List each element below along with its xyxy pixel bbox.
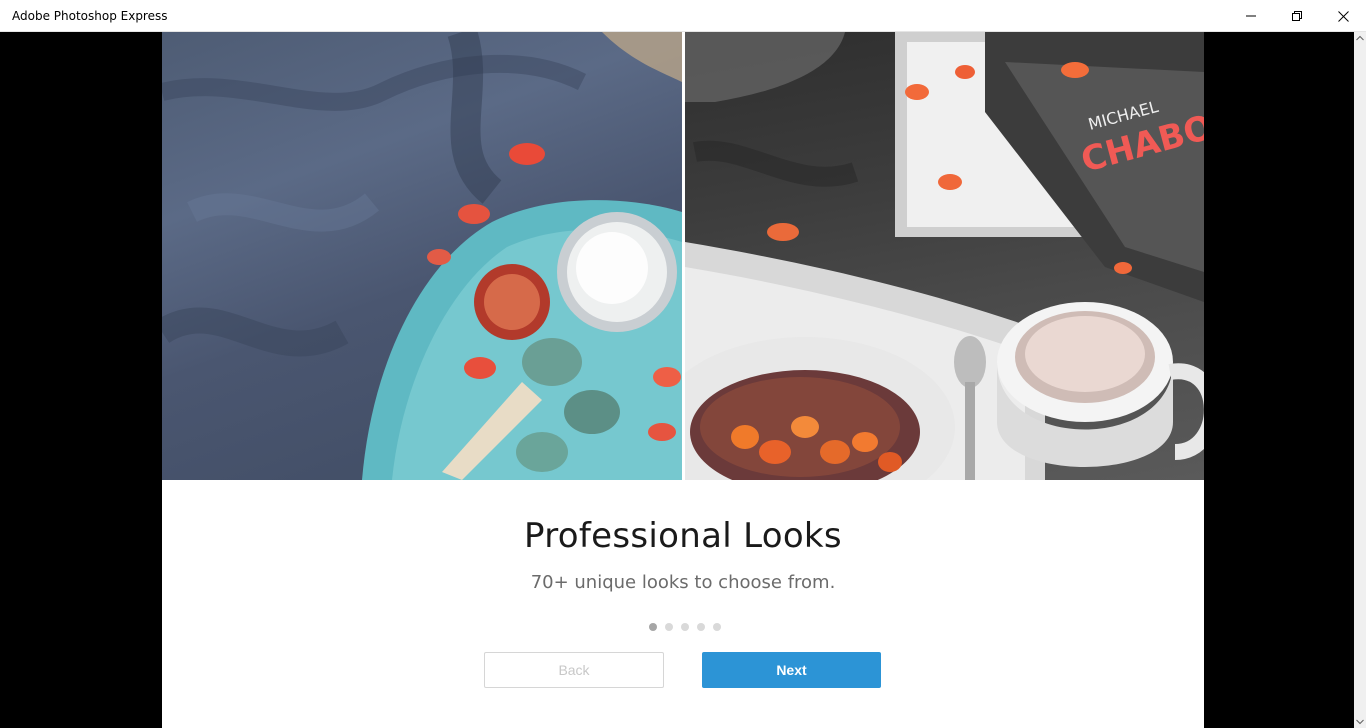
- hero-image: CHABO MICHAEL: [162, 32, 1204, 480]
- vertical-scrollbar[interactable]: [1354, 32, 1366, 728]
- pagination-dot-4[interactable]: [697, 623, 705, 631]
- close-icon: [1337, 10, 1349, 22]
- pagination-dot-1[interactable]: [649, 623, 657, 631]
- restore-button[interactable]: [1274, 0, 1320, 32]
- tray-photo-illustration: [162, 32, 682, 480]
- pagination-dot-2[interactable]: [665, 623, 673, 631]
- minimize-button[interactable]: [1228, 0, 1274, 32]
- back-button[interactable]: Back: [484, 652, 664, 688]
- hero-image-after: CHABO MICHAEL: [685, 32, 1204, 480]
- pagination-dot-5[interactable]: [713, 623, 721, 631]
- close-button[interactable]: [1320, 0, 1366, 32]
- pagination-dot-3[interactable]: [681, 623, 689, 631]
- pagination-dots: [649, 623, 721, 631]
- window-title: Adobe Photoshop Express: [12, 9, 168, 23]
- scroll-down-button[interactable]: [1354, 716, 1366, 728]
- onboarding-panel: CHABO MICHAEL Professional Looks 70+ uni…: [162, 32, 1204, 728]
- onboarding-content: CHABO MICHAEL Professional Looks 70+ uni…: [0, 32, 1354, 728]
- scroll-up-button[interactable]: [1354, 32, 1366, 44]
- book-coffee-photo-illustration: CHABO MICHAEL: [685, 32, 1204, 480]
- chevron-up-icon: [1356, 35, 1364, 41]
- onboarding-subheading: 70+ unique looks to choose from.: [530, 572, 836, 593]
- next-button[interactable]: Next: [702, 652, 881, 688]
- hero-image-before: [162, 32, 682, 480]
- title-bar: Adobe Photoshop Express: [0, 0, 1366, 32]
- onboarding-heading: Professional Looks: [524, 516, 842, 556]
- chevron-down-icon: [1356, 719, 1364, 725]
- minimize-icon: [1246, 15, 1256, 17]
- restore-icon: [1292, 11, 1302, 21]
